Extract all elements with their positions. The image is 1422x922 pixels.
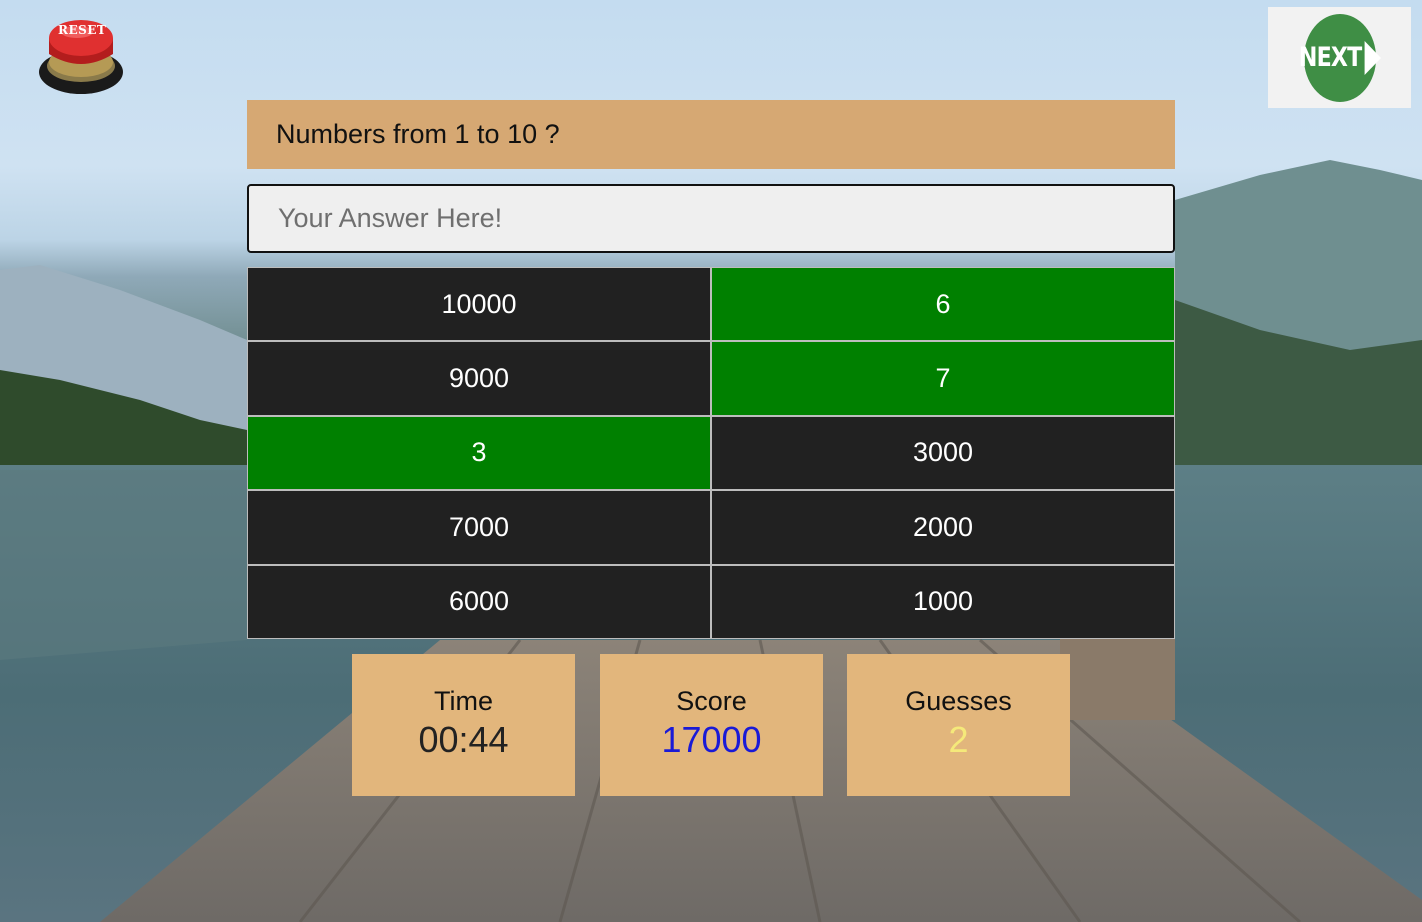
- answer-cell: 7: [712, 342, 1174, 415]
- answer-input[interactable]: [247, 184, 1175, 253]
- question-text: Numbers from 1 to 10 ?: [276, 119, 560, 149]
- next-button[interactable]: NEXT: [1268, 7, 1411, 108]
- answer-grid: 10000 6 9000 7 3 3000 7000 2000 6000 1000: [247, 267, 1175, 639]
- arrow-right-icon: [1364, 40, 1381, 75]
- next-button-label: NEXT: [1298, 42, 1361, 73]
- guesses-value: 2: [948, 719, 969, 760]
- time-panel: Time 00:44: [352, 654, 575, 796]
- answer-cell: 9000: [248, 342, 710, 415]
- answer-cell: 6: [712, 268, 1174, 341]
- answer-cell: 2000: [712, 491, 1174, 564]
- score-label: Score: [676, 686, 747, 716]
- guesses-label: Guesses: [905, 686, 1012, 716]
- score-panel: Score 17000: [600, 654, 823, 796]
- next-button-icon: NEXT: [1298, 13, 1381, 102]
- answer-cell: 3000: [712, 416, 1174, 490]
- time-label: Time: [434, 686, 493, 716]
- answer-cell: 6000: [248, 565, 710, 638]
- guesses-panel: Guesses 2: [847, 654, 1070, 796]
- answer-cell: 10000: [248, 268, 710, 341]
- answer-cell: 7000: [248, 491, 710, 564]
- score-value: 17000: [661, 719, 762, 760]
- reset-button-label: RESET: [58, 23, 107, 37]
- answer-cell: 1000: [712, 565, 1174, 638]
- answer-cell: 3: [248, 416, 710, 490]
- reset-button[interactable]: RESET: [37, 14, 125, 96]
- question-banner: Numbers from 1 to 10 ?: [247, 100, 1175, 169]
- time-value: 00:44: [418, 719, 509, 760]
